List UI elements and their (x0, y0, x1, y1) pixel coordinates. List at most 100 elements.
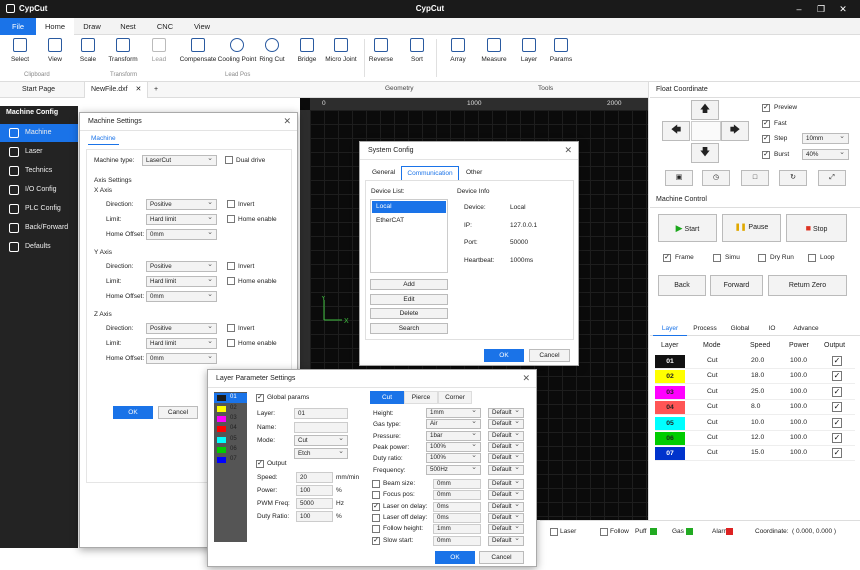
coord-fullscreen-icon[interactable]: ⤢ (818, 170, 846, 186)
layer-output-checkbox[interactable]: ✓ (832, 356, 842, 366)
dual-drive-checkbox[interactable] (225, 156, 233, 164)
edit-device-button[interactable]: Edit (370, 294, 448, 305)
control-toggle-checkbox[interactable] (808, 254, 816, 262)
tab-newfile[interactable]: NewFile.dxf ✕ (84, 82, 149, 98)
x-home-enable-checkbox[interactable] (227, 215, 235, 223)
param-checkbox[interactable] (372, 513, 380, 522)
param-checkbox[interactable] (372, 491, 380, 500)
global-params-checkbox[interactable]: ✓ (256, 394, 264, 402)
layer-list-item[interactable]: 04 (214, 424, 247, 434)
close-icon[interactable]: ✕ (836, 2, 850, 16)
reverse-button[interactable]: Reverse (361, 38, 401, 63)
z-home-enable-checkbox[interactable] (227, 339, 235, 347)
x-limit-select[interactable]: Hard limit (146, 213, 217, 225)
z-limit-select[interactable]: Hard limit (146, 337, 217, 349)
new-tab-icon[interactable]: + (148, 82, 164, 98)
menu-view[interactable]: View (184, 18, 220, 35)
param-default-select[interactable]: Default (488, 452, 524, 464)
param-default-select[interactable]: Default (488, 464, 524, 475)
tab-global[interactable]: Global (723, 321, 757, 336)
param-value-field[interactable]: 0mm (433, 535, 481, 546)
select-button[interactable]: Select (0, 38, 40, 63)
param-value-field[interactable]: 0mm (433, 490, 481, 501)
layer-list-item[interactable]: 02 (214, 404, 247, 414)
close-icon[interactable]: ✕ (564, 145, 572, 156)
layer-row[interactable]: 06 Cut 12.0 100.0 ✓ (655, 431, 855, 446)
layer-row[interactable]: 02 Cut 18.0 100.0 ✓ (655, 369, 855, 385)
layer-row[interactable]: 04 Cut 8.0 100.0 ✓ (655, 400, 855, 416)
sidebar-item-defaults[interactable]: Defaults (0, 238, 78, 256)
x-home-offset-select[interactable]: 0mm (146, 228, 217, 240)
tab-communication[interactable]: Communication (401, 166, 459, 180)
cancel-button[interactable]: Cancel (479, 551, 524, 564)
tab-other[interactable]: Other (466, 169, 482, 176)
pause-button[interactable]: ❚❚ Pause (722, 214, 781, 242)
y-home-offset-select[interactable]: 0mm (146, 290, 217, 302)
output-checkbox[interactable]: ✓ (256, 460, 264, 468)
search-device-button[interactable]: Search (370, 323, 448, 334)
laser-status-checkbox[interactable] (550, 528, 558, 536)
layer-row[interactable]: 01 Cut 20.0 100.0 ✓ (655, 354, 855, 369)
transform-button[interactable]: Transform (103, 38, 143, 63)
layer-list-item[interactable]: 05 (214, 435, 247, 445)
coord-mark-icon[interactable]: ▣ (665, 170, 693, 186)
layer-output-checkbox[interactable]: ✓ (832, 371, 842, 382)
return-zero-button[interactable]: Return Zero (768, 275, 847, 296)
param-default-select[interactable]: Default (488, 441, 524, 452)
layer-row[interactable]: 05 Cut 10.0 100.0 ✓ (655, 416, 855, 431)
ok-button[interactable]: OK (484, 349, 524, 362)
control-toggle-checkbox[interactable] (713, 254, 721, 262)
param-value-field[interactable]: 0ms (433, 501, 481, 512)
stop-button[interactable]: ■ Stop (786, 214, 847, 242)
param-default-select[interactable]: Default (488, 535, 524, 546)
close-icon[interactable]: ✕ (283, 116, 291, 127)
tab-io[interactable]: IO (759, 321, 785, 336)
param-value-select[interactable]: Air (426, 418, 481, 430)
minimize-icon[interactable]: – (792, 2, 806, 16)
tab-machine[interactable]: Machine (88, 135, 119, 145)
param-value-field[interactable]: 0ms (433, 512, 481, 523)
y-direction-select[interactable]: Positive (146, 260, 217, 272)
layer-list-item[interactable]: 06 (214, 445, 247, 455)
device-item-ethercat[interactable]: EtherCAT (372, 215, 446, 227)
layer-row[interactable]: 03 Cut 25.0 100.0 ✓ (655, 385, 855, 400)
z-direction-select[interactable]: Positive (146, 322, 217, 334)
param-default-select[interactable]: Default (488, 501, 524, 512)
float-option-select[interactable]: 10mm (802, 132, 849, 144)
param-value-select[interactable]: 1mm (426, 407, 481, 418)
x-invert-checkbox[interactable] (227, 200, 235, 208)
tab-process[interactable]: Process (688, 321, 722, 336)
sidebar-item-machine[interactable]: Machine (0, 124, 78, 142)
duty-field[interactable]: 100 (296, 511, 333, 522)
tab-close-icon[interactable]: ✕ (136, 86, 142, 93)
float-option-select[interactable]: 40% (802, 148, 849, 160)
tab-layer[interactable]: Layer (653, 321, 687, 336)
sort-button[interactable]: Sort (397, 38, 437, 63)
menu-cnc[interactable]: CNC (146, 18, 184, 35)
layer-output-checkbox[interactable]: ✓ (832, 402, 842, 413)
device-item-local[interactable]: Local (372, 201, 446, 213)
lead-button[interactable]: Lead (139, 38, 179, 63)
delete-device-button[interactable]: Delete (370, 308, 448, 319)
cancel-button[interactable]: Cancel (158, 406, 198, 419)
tab-start-page[interactable]: Start Page (16, 82, 61, 98)
layer-output-checkbox[interactable]: ✓ (832, 448, 842, 459)
tab-corner[interactable]: Corner (438, 391, 472, 404)
param-default-select[interactable]: Default (488, 523, 524, 535)
layer-output-checkbox[interactable]: ✓ (832, 433, 842, 443)
jog-down-icon[interactable]: 🡇 (691, 143, 719, 163)
power-field[interactable]: 100 (296, 485, 333, 496)
ok-button[interactable]: OK (435, 551, 475, 564)
param-default-select[interactable]: Default (488, 489, 524, 501)
param-default-select[interactable]: Default (488, 512, 524, 523)
ring-cut-button[interactable]: Ring Cut (252, 38, 292, 63)
x-direction-select[interactable]: Positive (146, 198, 217, 210)
layer-list-item[interactable]: 07 (214, 455, 247, 465)
param-value-select[interactable]: 100% (426, 452, 481, 464)
param-checkbox[interactable] (372, 480, 380, 488)
control-toggle-checkbox[interactable] (758, 254, 766, 262)
y-limit-select[interactable]: Hard limit (146, 275, 217, 287)
float-option-checkbox[interactable]: ✓ (762, 135, 770, 143)
y-invert-checkbox[interactable] (227, 262, 235, 270)
scale-button[interactable]: Scale (68, 38, 108, 63)
